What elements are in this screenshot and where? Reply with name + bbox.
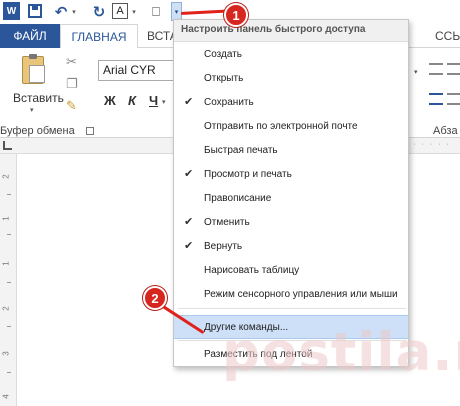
copy-icon[interactable]: ❐	[66, 76, 78, 92]
font-size-dropdown-icon[interactable]: ▾	[414, 68, 418, 76]
menu-item-email[interactable]: Отправить по электронной почте	[174, 114, 408, 138]
menu-item-touch-mode[interactable]: Режим сенсорного управления или мыши	[174, 282, 408, 306]
word-window: W ↶ ▾ ↻ A ▾ ⎕ ▾ ФАЙЛ ГЛАВНАЯ ВСТА ССЬ Вс…	[0, 0, 460, 406]
menu-separator	[178, 308, 406, 309]
menu-item-label: Отправить по электронной почте	[204, 120, 358, 132]
menu-item-undo[interactable]: ✔ Отменить	[174, 210, 408, 234]
paste-icon[interactable]	[22, 54, 45, 84]
align-center-icon[interactable]	[447, 93, 460, 105]
callout-badge: 2	[143, 286, 167, 310]
italic-button[interactable]: К	[128, 93, 136, 108]
numbering-icon[interactable]	[447, 63, 460, 75]
vertical-ruler[interactable]: 2 1 1 2 3 4	[0, 154, 17, 406]
format-painter-icon[interactable]: ✎	[66, 98, 77, 114]
check-icon: ✔	[184, 168, 194, 180]
menu-item-label: Нарисовать таблицу	[204, 264, 300, 276]
watermark-text: postila.ru	[222, 322, 460, 383]
menu-item-label: Режим сенсорного управления или мыши	[204, 288, 398, 300]
redo-icon[interactable]: ↻	[92, 2, 106, 21]
tab-stop-icon[interactable]	[3, 141, 12, 150]
menu-item-save[interactable]: ✔ Сохранить	[174, 90, 408, 114]
menu-item-label: Быстрая печать	[204, 144, 278, 156]
ruler-tick	[7, 194, 11, 195]
paste-button[interactable]: Вставить	[13, 91, 64, 105]
font-name-select[interactable]: Arial CYR	[98, 60, 176, 81]
ruler-number: 2	[1, 174, 11, 179]
menu-item-label: Отменить	[204, 216, 250, 228]
undo-dropdown-icon[interactable]: ▾	[70, 2, 78, 21]
ruler-tick	[7, 234, 11, 235]
cut-icon[interactable]: ✂	[66, 54, 77, 70]
ruler-number: 1	[1, 216, 11, 221]
font-color-dropdown-icon[interactable]: ▾	[130, 2, 138, 21]
paste-dropdown-icon[interactable]: ▾	[30, 106, 34, 114]
menu-item-draw-table[interactable]: Нарисовать таблицу	[174, 258, 408, 282]
tab-links[interactable]: ССЬ	[430, 24, 460, 48]
menu-item-new[interactable]: Создать	[174, 42, 408, 66]
underline-dropdown-icon[interactable]: ▾	[162, 98, 166, 106]
menu-item-label: Создать	[204, 48, 243, 60]
tab-file[interactable]: ФАЙЛ	[0, 24, 60, 48]
menu-item-spelling[interactable]: Правописание	[174, 186, 408, 210]
clipboard-group-label: Буфер обмена	[0, 125, 75, 137]
undo-icon[interactable]: ↶	[54, 2, 68, 21]
check-icon: ✔	[184, 96, 194, 108]
print-preview-icon[interactable]: ⎕	[148, 2, 164, 21]
menu-item-open[interactable]: Открыть	[174, 66, 408, 90]
check-icon: ✔	[184, 216, 194, 228]
menu-item-label: Открыть	[204, 72, 244, 84]
tab-home[interactable]: ГЛАВНАЯ	[60, 24, 138, 49]
bold-button[interactable]: Ж	[104, 93, 116, 108]
menu-item-redo[interactable]: ✔ Вернуть	[174, 234, 408, 258]
ruler-number: 4	[1, 394, 11, 399]
clipboard-launcher-icon[interactable]	[86, 127, 94, 135]
save-icon[interactable]	[28, 4, 42, 18]
menu-item-label: Правописание	[204, 192, 272, 204]
menu-item-quick-print[interactable]: Быстрая печать	[174, 138, 408, 162]
underline-button[interactable]: Ч	[149, 93, 158, 108]
ruler-number: 3	[1, 351, 11, 356]
ruler-number: 1	[1, 261, 11, 266]
ruler-tick	[7, 372, 11, 373]
paragraph-group-label: Абза	[433, 125, 458, 137]
menu-item-label: Вернуть	[204, 240, 243, 252]
word-icon[interactable]: W	[3, 2, 20, 20]
menu-title: Настроить панель быстрого доступа	[174, 20, 408, 42]
align-left-icon[interactable]	[429, 93, 443, 105]
customize-qat-menu: Настроить панель быстрого доступа Создат…	[173, 19, 409, 367]
menu-item-print-preview[interactable]: ✔ Просмотр и печать	[174, 162, 408, 186]
ruler-tick	[7, 282, 11, 283]
check-icon: ✔	[184, 240, 194, 252]
font-color-icon[interactable]: A	[112, 3, 128, 19]
ruler-tick	[7, 326, 11, 327]
paragraph-group: ▾ Абза	[407, 48, 460, 138]
menu-item-label: Сохранить	[204, 96, 254, 108]
bullets-icon[interactable]	[429, 63, 443, 75]
ruler-number: 2	[1, 306, 11, 311]
callout-badge: 1	[224, 3, 248, 27]
ruler-marks: · · · · · ·	[405, 141, 451, 148]
menu-item-label: Просмотр и печать	[204, 168, 292, 180]
